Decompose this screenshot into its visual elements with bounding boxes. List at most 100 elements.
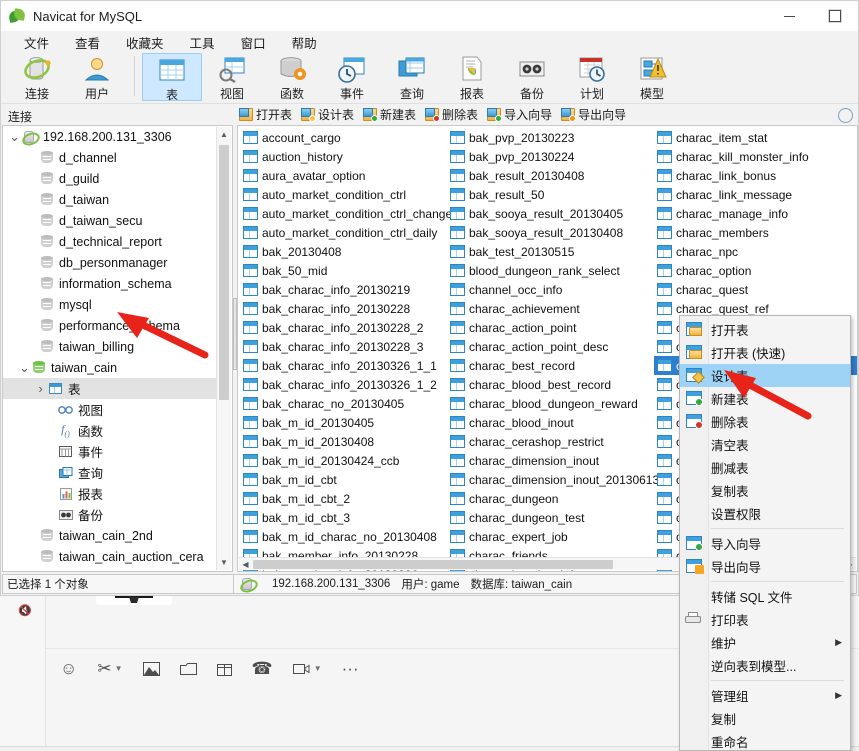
ctx-export-wizard[interactable]: 导出向导: [680, 555, 850, 578]
table-list-item[interactable]: charac_link_message: [654, 185, 857, 204]
table-list-item[interactable]: charac_npc: [654, 242, 857, 261]
phone-icon[interactable]: ☎: [252, 660, 273, 677]
tree-node-reports[interactable]: 报表: [3, 483, 216, 504]
maximize-button[interactable]: [812, 1, 858, 31]
ctx-rename[interactable]: 重命名: [680, 730, 850, 750]
table-list-item[interactable]: bak_sooya_result_20130405: [447, 204, 654, 223]
tree-node-database-d_guild[interactable]: d_guild: [3, 168, 216, 189]
ctx-maintenance[interactable]: 维护 ▶: [680, 631, 850, 654]
toolbar-table[interactable]: 表: [142, 53, 202, 102]
tree-node-views[interactable]: 视图: [3, 399, 216, 420]
ctx-import-wizard[interactable]: 导入向导: [680, 532, 850, 555]
tree-vertical-scrollbar[interactable]: ▲ ▼: [216, 127, 231, 570]
table-list-item[interactable]: charac_dimension_inout: [447, 451, 654, 470]
tree-node-backups[interactable]: 备份: [3, 504, 216, 525]
ctx-copy-table[interactable]: 复制表: [680, 479, 850, 502]
table-list-item[interactable]: charac_expert_job: [447, 527, 654, 546]
ctx-copy[interactable]: 复制: [680, 707, 850, 730]
table-list-item[interactable]: bak_charac_info_20130219: [240, 280, 447, 299]
table-list-item[interactable]: auction_history: [240, 147, 447, 166]
table-list-item[interactable]: charac_option: [654, 261, 857, 280]
tree-node-connection[interactable]: ⌄ 192.168.200.131_3306: [3, 126, 216, 148]
table-list-item[interactable]: bak_charac_info_20130228: [240, 299, 447, 318]
menu-view[interactable]: 查看: [62, 31, 113, 54]
more-icon[interactable]: ···: [342, 660, 359, 677]
toolbar-report[interactable]: 报表: [442, 53, 502, 101]
table-list-item[interactable]: charac_item_stat: [654, 128, 857, 147]
table-list-item[interactable]: channel_occ_info: [447, 280, 654, 299]
tree-node-queries[interactable]: 查询: [3, 462, 216, 483]
minimize-button[interactable]: [766, 1, 812, 31]
tree-node-events[interactable]: 事件: [3, 441, 216, 462]
toolbar-event[interactable]: 事件: [322, 53, 382, 101]
ctx-dump-sql-file[interactable]: 转储 SQL 文件: [680, 585, 850, 608]
tree-node-database-information_schema[interactable]: information_schema: [3, 273, 216, 294]
toolbar-connection[interactable]: 连接: [7, 53, 67, 101]
table-list-item[interactable]: bak_m_id_20130408: [240, 432, 447, 451]
tree-node-database-d_channel[interactable]: d_channel: [3, 147, 216, 168]
tree-node-database-db_personmanager[interactable]: db_personmanager: [3, 252, 216, 273]
ctx-manage-group[interactable]: 管理组 ▶: [680, 684, 850, 707]
menu-help[interactable]: 帮助: [279, 31, 330, 54]
table-list-item[interactable]: charac_dungeon: [447, 489, 654, 508]
table-list-item[interactable]: bak_sooya_result_20130408: [447, 223, 654, 242]
table-list-item[interactable]: auto_market_condition_ctrl: [240, 185, 447, 204]
ctx-reverse-table-to-model[interactable]: 逆向表到模型...: [680, 654, 850, 677]
table-list-item[interactable]: charac_dungeon_test: [447, 508, 654, 527]
table-list-item[interactable]: auto_market_condition_ctrl_daily: [240, 223, 447, 242]
table-list-item[interactable]: bak_m_id_cbt_3: [240, 508, 447, 527]
table-list-item[interactable]: bak_m_id_cbt: [240, 470, 447, 489]
table-list-item[interactable]: bak_result_50: [447, 185, 654, 204]
table-list-item[interactable]: bak_m_id_charac_no_20130408: [240, 527, 447, 546]
toolbar-schedule[interactable]: 计划: [562, 53, 622, 101]
toolbar-query[interactable]: 查询: [382, 53, 442, 101]
table-list-item[interactable]: charac_dimension_inout_20130613: [447, 470, 659, 489]
tree-node-database-d_taiwan_secu[interactable]: d_taiwan_secu: [3, 210, 216, 231]
table-list-item[interactable]: bak_m_id_cbt_2: [240, 489, 447, 508]
table-list-item[interactable]: bak_test_20130515: [447, 242, 654, 261]
table-list-item[interactable]: bak_pvp_20130223: [447, 128, 654, 147]
table-list-item[interactable]: charac_blood_inout: [447, 413, 654, 432]
chevron-down-icon[interactable]: ⌄: [7, 130, 22, 143]
ctx-delete-table[interactable]: 删除表: [680, 410, 850, 433]
table-list-item[interactable]: charac_achievement: [447, 299, 654, 318]
ctx-open-table-quick[interactable]: 打开表 (快速): [680, 341, 850, 364]
tree-node-database-taiwan-cain[interactable]: ⌄ taiwan_cain: [3, 357, 216, 378]
table-list-item[interactable]: bak_pvp_20130224: [447, 147, 654, 166]
table-list-item[interactable]: blood_dungeon_rank_select: [447, 261, 654, 280]
tree-node-database-d_technical_report[interactable]: d_technical_report: [3, 231, 216, 252]
tree-node-database-taiwan_cain_auction_gold[interactable]: taiwan_cain_auction_gold: [3, 567, 216, 571]
ctx-truncate-table[interactable]: 清空表: [680, 433, 850, 456]
list-scroll-thumb[interactable]: [253, 560, 613, 569]
table-list-item[interactable]: bak_charac_no_20130405: [240, 394, 447, 413]
folder-icon[interactable]: [179, 662, 197, 676]
ctx-design-table[interactable]: 设计表: [680, 364, 850, 387]
toolbar-model[interactable]: 模型: [622, 53, 682, 101]
table-list-item[interactable]: charac_best_record: [447, 356, 654, 375]
tree-node-database-mysql[interactable]: mysql: [3, 294, 216, 315]
menu-file[interactable]: 文件: [11, 31, 62, 54]
tree-node-database-taiwan_billing[interactable]: taiwan_billing: [3, 336, 216, 357]
ctx-set-privileges[interactable]: 设置权限: [680, 502, 850, 525]
toolbar-view[interactable]: 视图: [202, 53, 262, 101]
table-list-item[interactable]: bak_charac_info_20130326_1_2: [240, 375, 447, 394]
tree-scroll-thumb[interactable]: [219, 145, 229, 400]
toolbar-user[interactable]: 用户: [67, 53, 127, 101]
action-new-table[interactable]: 新建表: [363, 106, 416, 123]
chevron-down-icon[interactable]: ▼: [115, 664, 123, 673]
video-icon[interactable]: ▼: [292, 663, 322, 675]
chevron-down-icon[interactable]: ⌄: [17, 361, 32, 374]
table-list-item[interactable]: bak_m_id_20130424_ccb: [240, 451, 447, 470]
action-open-table[interactable]: 打开表: [239, 106, 292, 123]
table-list-item[interactable]: bak_charac_info_20130228_2: [240, 318, 447, 337]
tree-node-database-taiwan_cain_auction_cera[interactable]: taiwan_cain_auction_cera: [3, 546, 216, 567]
action-delete-table[interactable]: 删除表: [425, 106, 478, 123]
action-design-table[interactable]: 设计表: [301, 106, 354, 123]
table-list-item[interactable]: charac_link_bonus: [654, 166, 857, 185]
ctx-new-table[interactable]: 新建表: [680, 387, 850, 410]
table-list-item[interactable]: bak_m_id_20130405: [240, 413, 447, 432]
table-list-item[interactable]: charac_kill_monster_info: [654, 147, 857, 166]
table-list-item[interactable]: charac_blood_best_record: [447, 375, 654, 394]
action-import-wizard[interactable]: 导入向导: [487, 106, 552, 123]
scroll-down-arrow[interactable]: ▼: [217, 555, 231, 570]
